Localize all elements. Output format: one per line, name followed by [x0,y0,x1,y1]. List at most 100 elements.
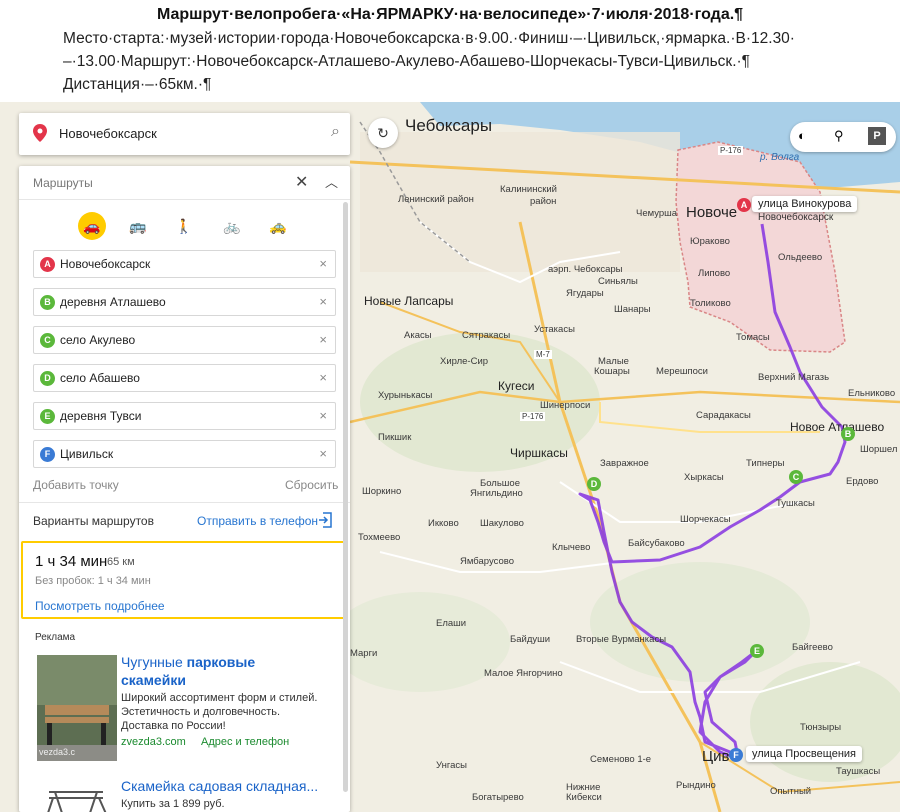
map-waypoint-f[interactable]: F [729,748,743,762]
map-label-shorchekasy: Шорчекасы [680,514,731,525]
ad1-text-1: Широкий ассортимент форм и стилей. [121,692,318,704]
waypoint-badge-d: D [40,371,55,386]
map-label-klychevo: Клычево [552,542,591,553]
map-waypoint-a[interactable]: A [737,198,751,212]
send-to-phone-icon[interactable] [319,512,333,528]
ad1-title-line2[interactable]: скамейки [121,672,186,689]
route-card[interactable]: 1 ч 34 мин 65 км Без пробок: 1 ч 34 мин … [21,541,348,619]
map-label-chirshkasy: Чиршкасы [510,446,568,460]
map-label-tokhmeevo: Тохмеево [358,532,401,543]
search-icon[interactable]: ⌕ [331,123,340,141]
map-label-kalininsky: Калининский [500,184,557,195]
car-icon[interactable]: 🚗 [78,212,106,240]
waypoint-row-a[interactable]: A Новочебоксарск × [33,250,336,278]
map-label-oldeevo: Ольдеево [778,252,823,263]
remove-icon[interactable]: × [319,294,327,309]
waypoint-c-field[interactable]: село Акулево [60,333,135,347]
map-waypoint-e[interactable]: E [750,644,764,658]
map-label-bogatyrevo: Богатырево [472,792,524,803]
map-pin-label-a: улица Винокурова [752,196,858,212]
map-label-yurakovo: Юраково [690,236,730,247]
map-label-yambarusovo: Ямбарусово [460,556,514,567]
road-sign-r176-south: Р-176 [520,412,546,421]
waypoint-d-field[interactable]: село Абашево [60,371,140,385]
map-label-nizhnie-kibeksi-2: Кибекси [566,792,602,803]
panel-scrollbar[interactable] [343,202,348,792]
ad1-title[interactable]: Чугунные парковые [121,654,255,671]
waypoint-badge-c: C [40,333,55,348]
map-label-ikkovo: Икково [428,518,459,529]
chevron-up-icon[interactable]: ︿ [325,172,338,191]
divider [19,502,350,503]
ad1-text-2: Эстетичность и долговечность. [121,706,281,718]
map-label-novye-lapsary: Новые Лапсары [364,294,454,308]
map-label-novoe-atlashevo: Новое Атлашево [790,420,885,434]
route-distance: 65 км [107,556,135,568]
waypoint-row-b[interactable]: B деревня Атлашево × [33,288,336,316]
ad-image-watermark: vezda3.c [39,747,76,757]
search-input[interactable]: Новочебоксарск [59,126,157,141]
taxi-icon[interactable]: 🚕 [264,212,292,240]
remove-icon[interactable]: × [319,370,327,385]
waypoint-f-field[interactable]: Цивильск [60,447,113,461]
road-sign-m7: М-7 [534,350,552,359]
waypoint-badge-a: A [40,257,55,272]
map-controls: ◐ ⚲ P [790,122,896,152]
remove-icon[interactable]: × [319,446,327,461]
map-waypoint-c[interactable]: C [789,470,803,484]
map-label-shakulovo: Шакулово [480,518,524,529]
panorama-person-icon[interactable]: ⚲ [834,128,844,144]
bike-icon[interactable]: 🚲 [218,212,246,240]
waypoint-row-c[interactable]: C село Акулево × [33,326,336,354]
layers-icon[interactable]: ◐ [798,128,806,143]
route-details-link[interactable]: Посмотреть подробнее [35,599,165,613]
map-label-verkhny-magaz: Верхний Магазь [758,372,830,383]
map-label-ryndino: Рындино [676,780,716,791]
map-label-ustakasy: Устакасы [534,324,575,335]
ad1-title-bold: парковые [186,654,256,670]
map-label-elnikovo: Ельниково [848,388,896,399]
map-pin-sublabel-a: Новочебоксарск [758,212,834,223]
map-waypoint-d[interactable]: D [587,477,601,491]
parking-icon[interactable]: P [868,127,886,145]
route-no-traffic: Без пробок: 1 ч 34 мин [35,575,151,587]
map-label-kalininsky-2: район [530,196,557,207]
send-to-phone-link[interactable]: Отправить в телефон [197,514,318,528]
ad1-host[interactable]: zvezda3.com [121,736,186,748]
ad-bench-image[interactable]: vezda3.c [37,655,117,761]
map-label-cheboksary: Чебоксары [405,116,493,135]
route-tools-icon[interactable]: ↻ [368,118,398,148]
map-label-margi: Марги [350,648,378,659]
map-label-baygeevo: Байгеево [792,642,833,653]
ad-folding-bench-image[interactable] [37,778,117,812]
bus-icon[interactable]: 🚌 [124,212,152,240]
ad1-title-plain: Чугунные [121,654,187,670]
ad2-title[interactable]: Скамейка садовая складная... [121,778,318,795]
waypoint-row-e[interactable]: E деревня Тувси × [33,402,336,430]
remove-icon[interactable]: × [319,332,327,347]
walk-icon[interactable]: 🚶 [170,212,198,240]
map-label-tolikovo: Толиково [690,298,731,309]
waypoint-e-field[interactable]: деревня Тувси [60,409,141,423]
ad1-contact-link[interactable]: Адрес и телефон [201,736,289,748]
waypoint-a-field[interactable]: Новочебоксарск [60,257,150,271]
remove-icon[interactable]: × [319,408,327,423]
search-box[interactable]: Новочебоксарск ⌕ [19,113,350,155]
waypoint-row-f[interactable]: F Цивильск × [33,440,336,468]
map-label-akasy: Акасы [404,330,432,341]
add-point-link[interactable]: Добавить точку [33,478,119,492]
ads-label: Реклама [35,632,76,643]
waypoint-b-field[interactable]: деревня Атлашево [60,295,166,309]
map-label-elashi: Елаши [436,618,467,629]
close-icon[interactable]: ✕ [295,172,308,192]
folding-bench-illustration [47,791,107,812]
map-label-hurynkasy: Хурынькасы [378,390,433,401]
map-label-lipovo: Липово [698,268,731,279]
map-waypoint-b[interactable]: B [841,427,855,441]
reset-link[interactable]: Сбросить [285,478,338,492]
waypoint-badge-e: E [40,409,55,424]
map-label-maloe-yangorchino: Малое Янгорчино [484,668,563,679]
map-label-tsivilsk: Цив [702,748,730,765]
waypoint-row-d[interactable]: D село Абашево × [33,364,336,392]
remove-icon[interactable]: × [319,256,327,271]
